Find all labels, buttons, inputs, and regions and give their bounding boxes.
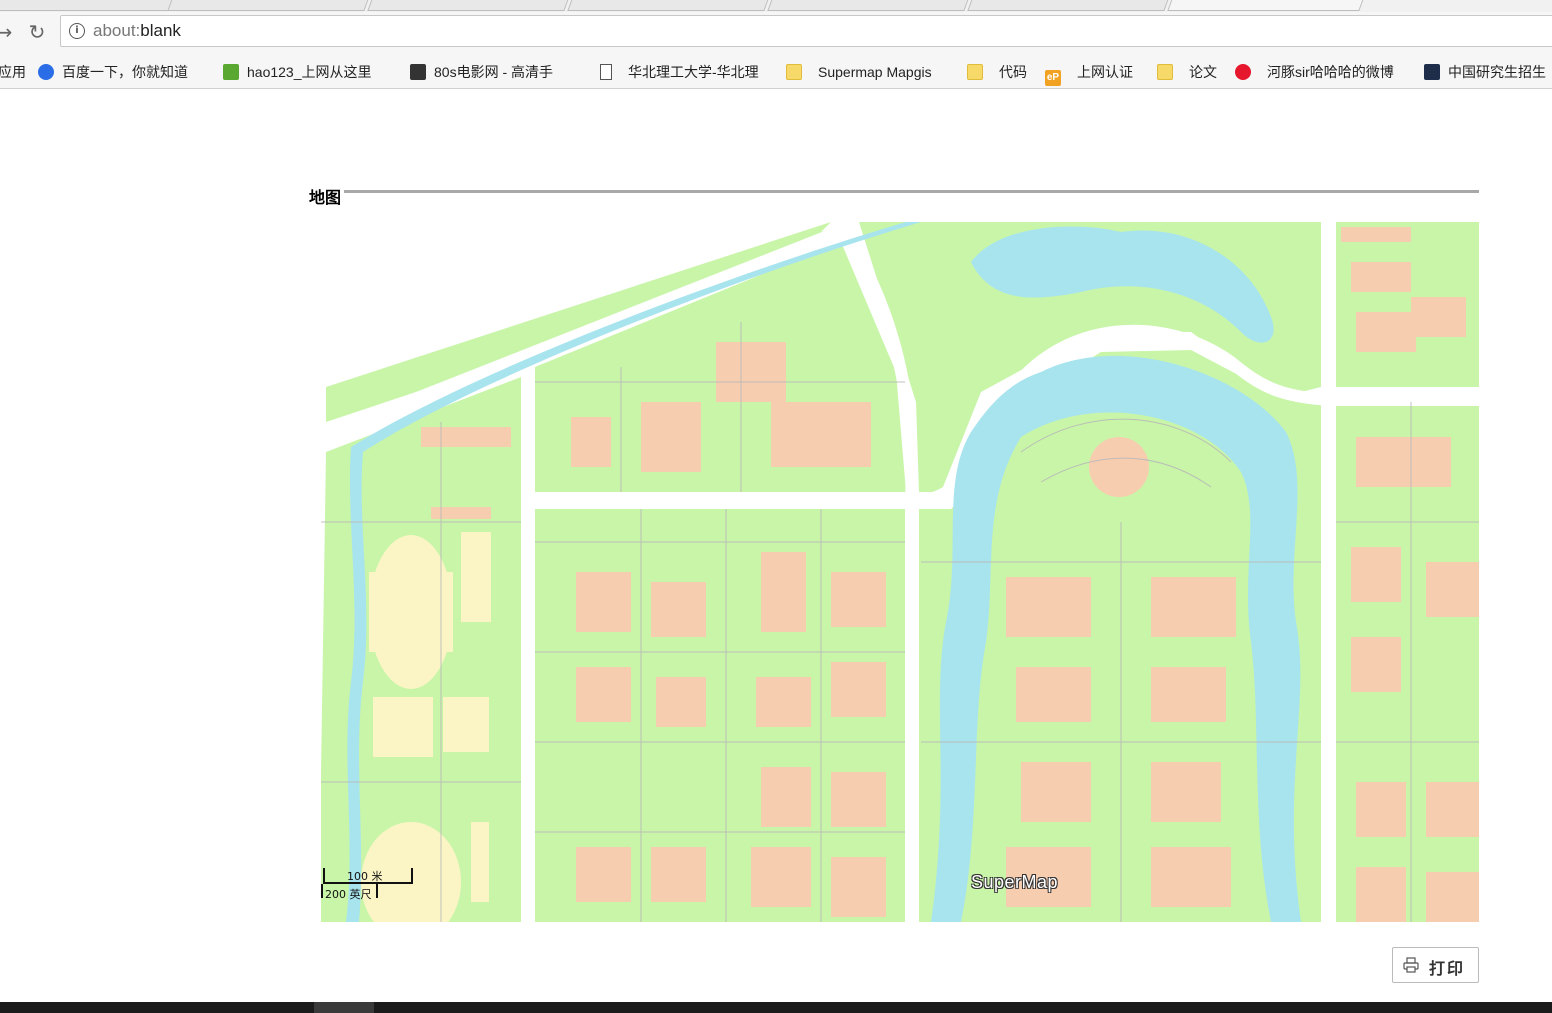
folder-icon	[967, 64, 983, 80]
print-button-label: 打印	[1429, 959, 1466, 978]
hao123-icon	[223, 64, 239, 80]
address-bar[interactable]: i about:blank	[60, 15, 1552, 47]
page-icon	[600, 64, 612, 80]
sports-court	[373, 697, 433, 757]
bookmark-label: 上网认证	[1077, 64, 1133, 80]
bookmark-label: 河豚sir哈哈哈的微博	[1267, 64, 1394, 80]
map-canvas[interactable]	[321, 222, 1479, 922]
section-title: 地图	[309, 188, 342, 207]
bookmark-label: 百度一下，你就知道	[62, 64, 188, 80]
folder-icon	[1157, 64, 1173, 80]
bookmark-hao123[interactable]: hao123_上网从这里	[223, 62, 372, 82]
supermap-logo: SuperMap	[971, 872, 1059, 892]
address-scheme: about:	[93, 21, 141, 40]
folder-icon	[786, 64, 802, 80]
bookmark-label: hao123_上网从这里	[247, 64, 372, 80]
address-text: about:blank	[93, 21, 181, 41]
bookmark-label: 80s电影网 - 高清手	[434, 64, 554, 80]
ep-icon: eP	[1045, 70, 1061, 86]
browser-tab-active[interactable]	[1167, 0, 1365, 11]
film-icon	[410, 64, 426, 80]
printer-icon	[1403, 957, 1419, 973]
browser-tab[interactable]	[367, 0, 570, 11]
bookmark-label: Supermap Mapgis	[818, 64, 932, 80]
scale-bar: 100 米 200 英尺	[321, 868, 421, 908]
bookmark-label: 论文	[1189, 64, 1217, 80]
baidu-icon	[38, 64, 54, 80]
browser-tab[interactable]	[567, 0, 770, 11]
bookmark-code[interactable]: 代码	[967, 62, 1027, 82]
browser-toolbar: → ↻ i about:blank	[0, 12, 1552, 54]
sports-court	[443, 697, 489, 752]
bookmark-label: 中国研究生招生	[1448, 64, 1546, 80]
bookmark-ncst[interactable]: 华北理工大学-华北理	[600, 62, 770, 82]
bookmark-papers[interactable]: 论文	[1157, 62, 1217, 82]
bookmark-label: 代码	[999, 64, 1027, 80]
bookmark-weibo[interactable]: 河豚sir哈哈哈的微博	[1235, 62, 1407, 82]
weibo-icon	[1235, 64, 1251, 80]
tab-strip	[0, 0, 1552, 12]
browser-tab[interactable]	[0, 0, 175, 11]
browser-tab[interactable]	[167, 0, 370, 11]
bookmark-chsi[interactable]: 中国研究生招生	[1424, 62, 1546, 82]
browser-tab[interactable]	[967, 0, 1170, 11]
bookmark-apps[interactable]: 应用	[0, 62, 26, 82]
reload-icon[interactable]: ↻	[25, 20, 49, 44]
forward-icon[interactable]: →	[0, 20, 16, 44]
bookmarks-bar: 应用 百度一下，你就知道 hao123_上网从这里 80s电影网 - 高清手 华…	[0, 54, 1552, 89]
address-path: blank	[140, 21, 181, 40]
section-divider	[344, 190, 1479, 193]
sports-court	[461, 532, 491, 622]
print-button[interactable]: 打印	[1392, 947, 1479, 983]
bookmark-label: 华北理工大学-华北理	[628, 64, 759, 80]
sports-court	[471, 822, 489, 902]
graduation-cap-icon	[1424, 64, 1440, 80]
browser-tab[interactable]	[767, 0, 970, 11]
info-icon[interactable]: i	[69, 23, 85, 39]
taskbar-item[interactable]	[314, 1002, 374, 1013]
scale-metric-label: 100 米	[347, 870, 383, 883]
bookmark-baidu[interactable]: 百度一下，你就知道	[38, 62, 188, 82]
bookmark-net-auth[interactable]: eP 上网认证	[1045, 62, 1133, 86]
bookmark-80s[interactable]: 80s电影网 - 高清手	[410, 62, 580, 82]
os-taskbar	[0, 1002, 1552, 1013]
scale-imperial-label: 200 英尺	[325, 888, 372, 901]
map-viewer[interactable]: 100 米 200 英尺 SuperMap	[321, 222, 1479, 922]
bookmark-label: 应用	[0, 64, 26, 80]
bookmark-supermap[interactable]: Supermap Mapgis	[786, 62, 932, 82]
